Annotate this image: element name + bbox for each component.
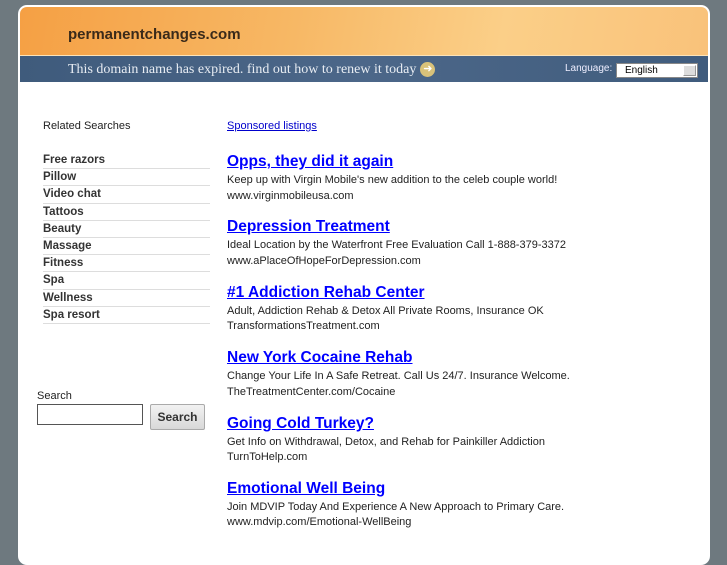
ad-url[interactable]: TransformationsTreatment.com bbox=[227, 319, 697, 335]
ad-title-link[interactable]: New York Cocaine Rehab bbox=[227, 348, 697, 367]
ad-description: Ideal Location by the Waterfront Free Ev… bbox=[227, 239, 566, 252]
related-searches-list: Free razors Pillow Video chat Tattoos Be… bbox=[43, 152, 210, 324]
ad-listing: New York Cocaine Rehab Change Your Life I… bbox=[227, 348, 697, 413]
dropdown-icon[interactable] bbox=[683, 65, 696, 76]
ad-listing: Emotional Well Being Join MDVIP Today And… bbox=[227, 479, 697, 544]
ad-title-link[interactable]: Going Cold Turkey? bbox=[227, 414, 697, 433]
ad-title-link[interactable]: #1 Addiction Rehab Center bbox=[227, 283, 697, 302]
ad-url[interactable]: www.mdvip.com/Emotional-WellBeing bbox=[227, 515, 697, 531]
ad-description: Join MDVIP Today And Experience A New Ap… bbox=[227, 500, 565, 513]
ad-url[interactable]: www.virginmobileusa.com bbox=[227, 189, 697, 205]
search-label: Search bbox=[37, 390, 72, 402]
related-search-item[interactable]: Spa bbox=[43, 272, 210, 290]
ad-url[interactable]: www.aPlaceOfHopeForDepression.com bbox=[227, 254, 697, 270]
ad-listing: #1 Addiction Rehab Center Adult, Addictio… bbox=[227, 283, 697, 348]
related-search-item[interactable]: Free razors bbox=[43, 152, 210, 170]
expired-bar: This domain name has expired. find out h… bbox=[20, 56, 708, 82]
related-searches-title: Related Searches bbox=[43, 120, 131, 132]
ad-description: Get Info on Withdrawal, Detox, and Rehab… bbox=[227, 435, 545, 448]
ad-description: Adult, Addiction Rehab & Detox All Priva… bbox=[227, 304, 544, 317]
ad-title-link[interactable]: Opps, they did it again bbox=[227, 152, 697, 171]
ad-title-link[interactable]: Depression Treatment bbox=[227, 217, 697, 236]
language-value: English bbox=[625, 65, 658, 76]
related-search-item[interactable]: Massage bbox=[43, 238, 210, 256]
site-title: permanentchanges.com bbox=[68, 26, 241, 43]
expired-text: This domain name has expired. find out h… bbox=[68, 62, 417, 77]
ad-url[interactable]: TheTreatmentCenter.com/Cocaine bbox=[227, 385, 697, 401]
related-search-item[interactable]: Pillow bbox=[43, 169, 210, 187]
ad-listing: Going Cold Turkey? Get Info on Withdrawal… bbox=[227, 414, 697, 479]
ad-listing: Opps, they did it again Keep up with Virg… bbox=[227, 152, 697, 217]
related-search-item[interactable]: Video chat bbox=[43, 186, 210, 204]
related-search-item[interactable]: Wellness bbox=[43, 290, 210, 307]
header: permanentchanges.com bbox=[20, 7, 708, 56]
ad-list: Opps, they did it again Keep up with Virg… bbox=[227, 152, 697, 544]
language-select[interactable]: English bbox=[616, 63, 698, 78]
ad-description: Change Your Life In A Safe Retreat. Call… bbox=[227, 370, 570, 383]
related-search-item[interactable]: Beauty bbox=[43, 221, 210, 238]
expired-link[interactable]: This domain name has expired. find out h… bbox=[68, 62, 436, 78]
search-button[interactable]: Search bbox=[150, 404, 205, 430]
related-search-item[interactable]: Tattoos bbox=[43, 204, 210, 221]
language-label: Language: bbox=[565, 63, 613, 74]
ad-title-link[interactable]: Emotional Well Being bbox=[227, 479, 697, 498]
arrow-right-icon[interactable]: ➜ bbox=[420, 62, 436, 77]
sponsored-listings-link[interactable]: Sponsored listings bbox=[227, 120, 317, 132]
ad-description: Keep up with Virgin Mobile's new additio… bbox=[227, 174, 558, 186]
ad-url[interactable]: TurnToHelp.com bbox=[227, 450, 697, 466]
related-search-item[interactable]: Fitness bbox=[43, 255, 210, 273]
ad-listing: Depression Treatment Ideal Location by th… bbox=[227, 217, 697, 282]
search-input[interactable] bbox=[37, 404, 143, 425]
related-search-item[interactable]: Spa resort bbox=[43, 307, 210, 324]
